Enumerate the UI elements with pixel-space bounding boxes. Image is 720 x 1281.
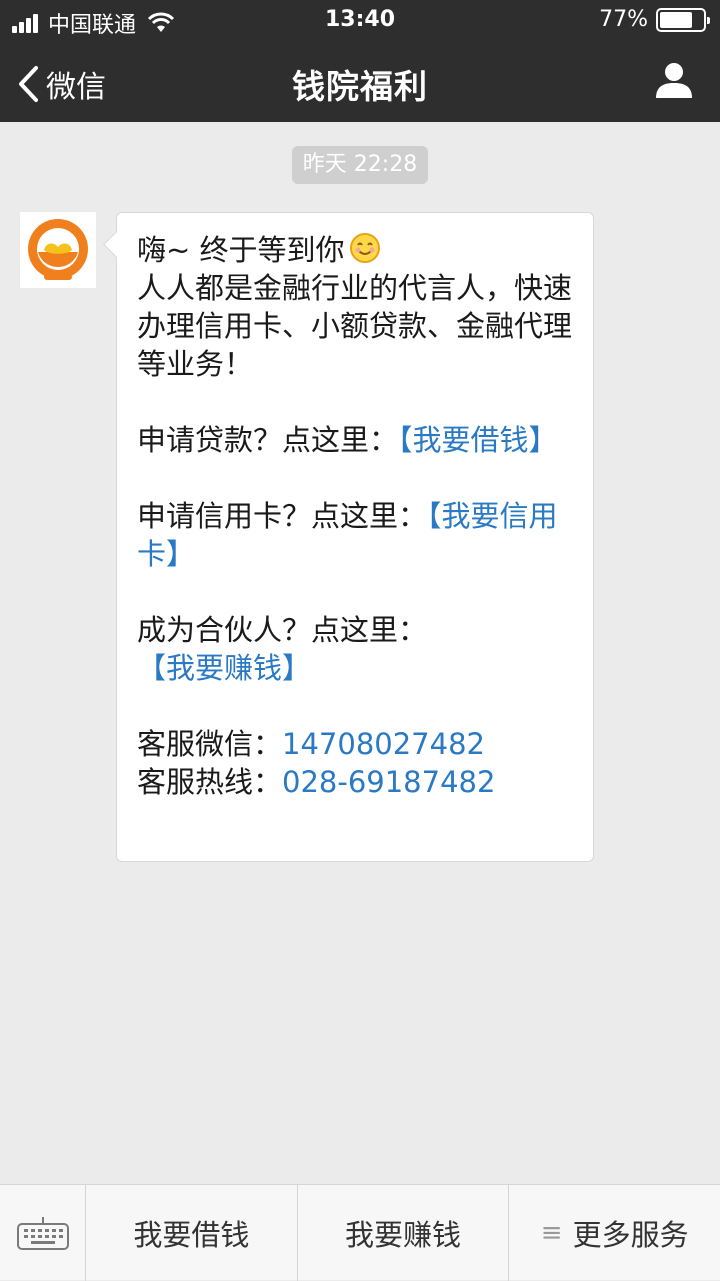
wechat-line: 客服微信：14708027482 <box>137 725 573 763</box>
battery-percent: 77% <box>599 7 648 32</box>
battery-icon <box>656 7 710 32</box>
status-right: 77% <box>599 7 710 32</box>
logo-icon <box>28 219 88 280</box>
menu-borrow-label: 我要借钱 <box>133 1218 250 1252</box>
wechat-id-link[interactable]: 14708027482 <box>282 727 485 761</box>
battery-fill <box>660 11 692 28</box>
chat-area[interactable]: 昨天 22:28 嗨~ 终于等到你 人人都是金融行业的代言人，快速办理信用卡、小… <box>0 122 720 1184</box>
greeting-text: 嗨~ 终于等到你 <box>137 233 345 267</box>
loan-prompt: 申请贷款？点这里： <box>137 423 399 457</box>
hotline-label: 客服热线： <box>137 765 283 799</box>
message-timestamp: 昨天 22:28 <box>292 146 428 184</box>
smile-emoji-icon <box>349 233 380 263</box>
status-bar: 中国联通 13:40 77% <box>0 0 720 40</box>
avatar[interactable] <box>20 212 96 288</box>
hotline-link[interactable]: 028-69187482 <box>282 765 495 799</box>
menu-earn-button[interactable]: 我要赚钱 <box>298 1185 510 1281</box>
partner-link[interactable]: 【我要赚钱】 <box>137 651 311 685</box>
nav-bar: 微信 钱院福利 <box>0 40 720 122</box>
message-intro: 人人都是金融行业的代言人，快速办理信用卡、小额贷款、金融代理等业务！ <box>137 271 573 381</box>
page-title: 钱院福利 <box>292 67 428 106</box>
keyboard-icon <box>16 1217 69 1250</box>
partner-prompt: 成为合伙人？点这里： <box>137 613 428 647</box>
wechat-label: 客服微信： <box>137 727 283 761</box>
menu-earn-label: 我要赚钱 <box>345 1218 462 1252</box>
message-bubble[interactable]: 嗨~ 终于等到你 人人都是金融行业的代言人，快速办理信用卡、小额贷款、金融代理等… <box>116 212 594 862</box>
menu-more-label: 更多服务 <box>572 1218 689 1252</box>
menu-lines-icon: ≡ <box>540 1218 563 1248</box>
card-prompt: 申请信用卡？点这里： <box>137 499 428 533</box>
hotline-line: 客服热线：028-69187482 <box>137 763 573 801</box>
loan-line: 申请贷款？点这里：【我要借钱】 <box>137 421 573 459</box>
card-line: 申请信用卡？点这里：【我要信用卡】 <box>137 497 573 573</box>
loan-link[interactable]: 【我要借钱】 <box>398 423 558 457</box>
partner-line: 成为合伙人？点这里： 【我要赚钱】 <box>137 611 573 687</box>
menu-more-services-button[interactable]: ≡ 更多服务 <box>509 1185 720 1281</box>
keyboard-toggle-button[interactable] <box>0 1185 86 1281</box>
menu-borrow-button[interactable]: 我要借钱 <box>86 1185 298 1281</box>
message-greeting: 嗨~ 终于等到你 <box>137 231 573 269</box>
bottom-menu: 我要借钱 我要赚钱 ≡ 更多服务 <box>0 1184 720 1281</box>
profile-icon[interactable] <box>654 60 694 100</box>
